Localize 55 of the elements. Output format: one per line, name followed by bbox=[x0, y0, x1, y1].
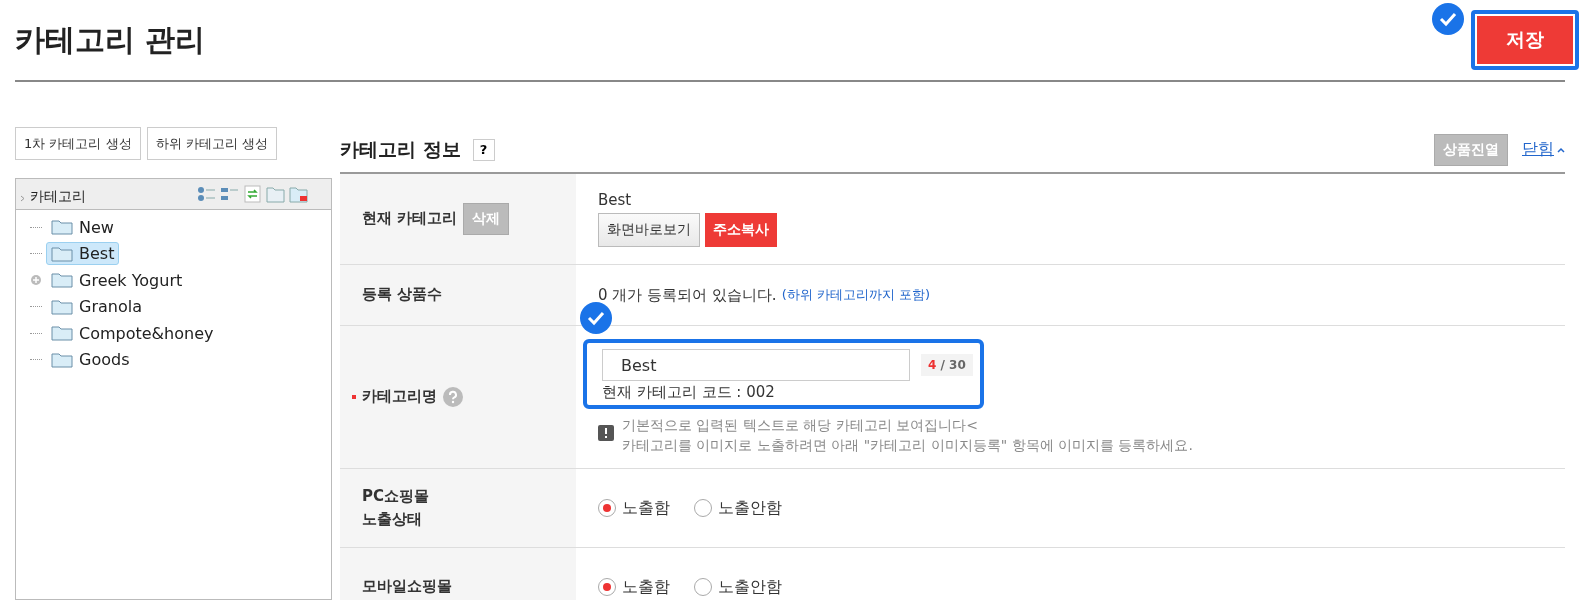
category-code: 현재 카테고리 코드 : 002 bbox=[602, 383, 776, 402]
caret-icon bbox=[20, 195, 25, 202]
create-category-button[interactable]: 1차 카테고리 생성 bbox=[15, 127, 141, 160]
collapse-all-icon[interactable] bbox=[220, 185, 240, 203]
tree-node[interactable]: Granola bbox=[46, 295, 147, 319]
notice-icon bbox=[598, 425, 614, 441]
row-label: 현재 카테고리 bbox=[362, 208, 458, 230]
category-name-field[interactable]: Best bbox=[602, 349, 910, 381]
page-title: 카테고리 관리 bbox=[15, 20, 206, 59]
row-label: 카테고리명 bbox=[362, 386, 437, 408]
tree-node[interactable]: Goods bbox=[46, 348, 135, 372]
radio-option[interactable]: 노출안함 bbox=[694, 576, 782, 598]
folder-icon bbox=[51, 245, 73, 262]
refresh-icon[interactable] bbox=[243, 185, 263, 203]
radio-button[interactable] bbox=[598, 578, 616, 596]
subcategory-link[interactable]: (하위 카테고리까지 포함) bbox=[781, 286, 931, 304]
tree-root[interactable]: 카테고리 bbox=[30, 188, 86, 209]
char-counter: 4 / 30 bbox=[921, 354, 973, 376]
tree-node[interactable]: Greek Yogurt bbox=[46, 268, 188, 292]
expand-all-icon[interactable] bbox=[197, 185, 217, 203]
collapse-link[interactable]: 닫힘 bbox=[1522, 139, 1565, 160]
section-title: 카테고리 정보 bbox=[340, 136, 461, 162]
row-label: 모바일쇼핑몰 bbox=[362, 576, 452, 598]
radio-button[interactable] bbox=[694, 578, 712, 596]
help-text: 기본적으로 입력된 텍스트로 해당 카테고리 보여집니다< bbox=[622, 417, 979, 435]
folder-icon bbox=[51, 325, 73, 342]
save-button[interactable]: 저장 bbox=[1471, 10, 1579, 70]
tree-node[interactable]: Best bbox=[46, 242, 120, 266]
help-button[interactable]: ? bbox=[472, 138, 495, 161]
radio-option[interactable]: 노출안함 bbox=[694, 497, 782, 519]
product-count-text: 0 개가 등록되어 있습니다. bbox=[598, 285, 777, 305]
current-category: Best bbox=[598, 191, 633, 209]
row-label: 등록 상품수 bbox=[362, 284, 443, 306]
check-badge-icon bbox=[579, 301, 613, 335]
create-category-button[interactable]: 하위 카테고리 생성 bbox=[146, 127, 277, 160]
folder-icon bbox=[51, 219, 73, 236]
preview-button[interactable]: 화면바로보기 bbox=[598, 213, 700, 247]
tree-node[interactable]: Compote&honey bbox=[46, 321, 219, 345]
help-icon[interactable] bbox=[443, 387, 463, 407]
radio-option[interactable]: 노출함 bbox=[598, 497, 670, 519]
copy-address-button[interactable]: 주소복사 bbox=[705, 213, 777, 247]
help-text: 카테고리를 이미지로 노출하려면 아래 "카테고리 이미지등록" 항목에 이미지를 등록하세요. bbox=[622, 437, 1193, 455]
radio-button[interactable] bbox=[598, 499, 616, 517]
folder-icon bbox=[51, 298, 73, 315]
folder-icon[interactable] bbox=[266, 185, 286, 203]
expand-icon[interactable] bbox=[30, 274, 42, 287]
row-label: PC쇼핑몰 노출상태 bbox=[362, 485, 429, 530]
folder-delete-icon[interactable] bbox=[289, 185, 309, 203]
caret-icon bbox=[1557, 146, 1565, 153]
radio-option[interactable]: 노출함 bbox=[598, 576, 670, 598]
folder-icon bbox=[51, 272, 73, 289]
folder-icon bbox=[51, 351, 73, 368]
tree-node[interactable]: New bbox=[46, 215, 119, 239]
check-badge-icon bbox=[1431, 2, 1465, 36]
radio-button[interactable] bbox=[694, 499, 712, 517]
